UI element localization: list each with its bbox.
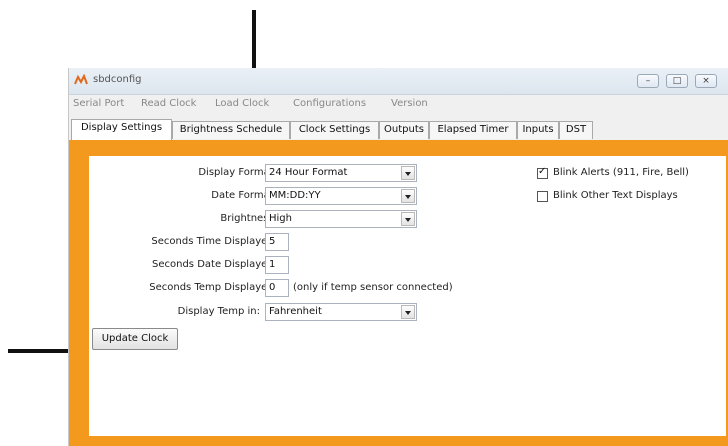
temp-sensor-note: (only if temp sensor connected): [293, 282, 453, 293]
window-title: sbdconfig: [93, 74, 142, 85]
app-window: sbdconfig – □ × Serial Port Read Clock L…: [68, 68, 728, 446]
settings-frame: Display Format: 24 Hour Format Date Form…: [69, 140, 728, 446]
tab-display-settings[interactable]: Display Settings: [71, 119, 172, 140]
app-icon: [74, 74, 88, 85]
brightness-select[interactable]: High: [265, 210, 417, 228]
chevron-down-icon[interactable]: [401, 189, 415, 203]
tab-dst[interactable]: DST: [559, 121, 593, 139]
right-arrow-shaft: [8, 349, 70, 353]
seconds-time-label: Seconds Time Displayed:: [151, 236, 277, 247]
title-bar: sbdconfig – □ ×: [69, 68, 728, 95]
menu-serial-port[interactable]: Serial Port: [73, 98, 124, 109]
seconds-date-input[interactable]: 1: [265, 256, 289, 274]
seconds-time-value: 5: [269, 236, 276, 247]
display-format-select[interactable]: 24 Hour Format: [265, 164, 417, 182]
blink-alerts-checkbox[interactable]: ✓: [537, 166, 548, 179]
menu-load-clock[interactable]: Load Clock: [215, 98, 269, 109]
update-clock-button[interactable]: Update Clock: [92, 328, 178, 350]
tab-inputs[interactable]: Inputs: [517, 121, 559, 139]
maximize-icon: □: [672, 76, 682, 86]
minimize-icon: –: [645, 76, 651, 86]
maximize-button[interactable]: □: [666, 74, 688, 88]
chevron-down-icon[interactable]: [401, 166, 415, 180]
menu-bar: Serial Port Read Clock Load Clock Config…: [69, 95, 728, 113]
close-icon: ×: [702, 76, 710, 86]
blink-other-checkbox[interactable]: [537, 191, 548, 202]
seconds-date-value: 1: [269, 259, 276, 270]
seconds-time-input[interactable]: 5: [265, 233, 289, 251]
minimize-button[interactable]: –: [637, 74, 659, 88]
seconds-temp-value: 0: [269, 282, 276, 293]
menu-version[interactable]: Version: [391, 98, 428, 109]
brightness-value: High: [269, 213, 292, 224]
display-temp-label: Display Temp in:: [177, 306, 260, 317]
chevron-down-icon[interactable]: [401, 212, 415, 226]
down-arrow-shaft: [252, 10, 256, 70]
checkmark-icon: ✓: [538, 166, 547, 177]
menu-read-clock[interactable]: Read Clock: [141, 98, 196, 109]
display-format-value: 24 Hour Format: [269, 167, 348, 178]
seconds-date-label: Seconds Date Displayed:: [152, 259, 277, 270]
tab-outputs[interactable]: Outputs: [379, 121, 429, 139]
chevron-down-icon[interactable]: [401, 305, 415, 319]
tab-strip: Display Settings Brightness Schedule Clo…: [69, 119, 728, 140]
seconds-temp-label: Seconds Temp Displayed:: [149, 282, 277, 293]
display-settings-panel: Display Format: 24 Hour Format Date Form…: [89, 156, 726, 436]
tab-clock-settings[interactable]: Clock Settings: [290, 121, 379, 139]
blink-other-label: Blink Other Text Displays: [553, 190, 678, 201]
date-format-select[interactable]: MM:DD:YY: [265, 187, 417, 205]
display-temp-value: Fahrenheit: [269, 306, 322, 317]
display-temp-select[interactable]: Fahrenheit: [265, 303, 417, 321]
menu-configurations[interactable]: Configurations: [293, 98, 366, 109]
close-button[interactable]: ×: [695, 74, 717, 88]
tab-brightness-schedule[interactable]: Brightness Schedule: [172, 121, 290, 139]
tab-elapsed-timer[interactable]: Elapsed Timer: [429, 121, 517, 139]
blink-alerts-label: Blink Alerts (911, Fire, Bell): [553, 167, 689, 178]
seconds-temp-input[interactable]: 0: [265, 279, 289, 297]
date-format-value: MM:DD:YY: [269, 190, 321, 201]
